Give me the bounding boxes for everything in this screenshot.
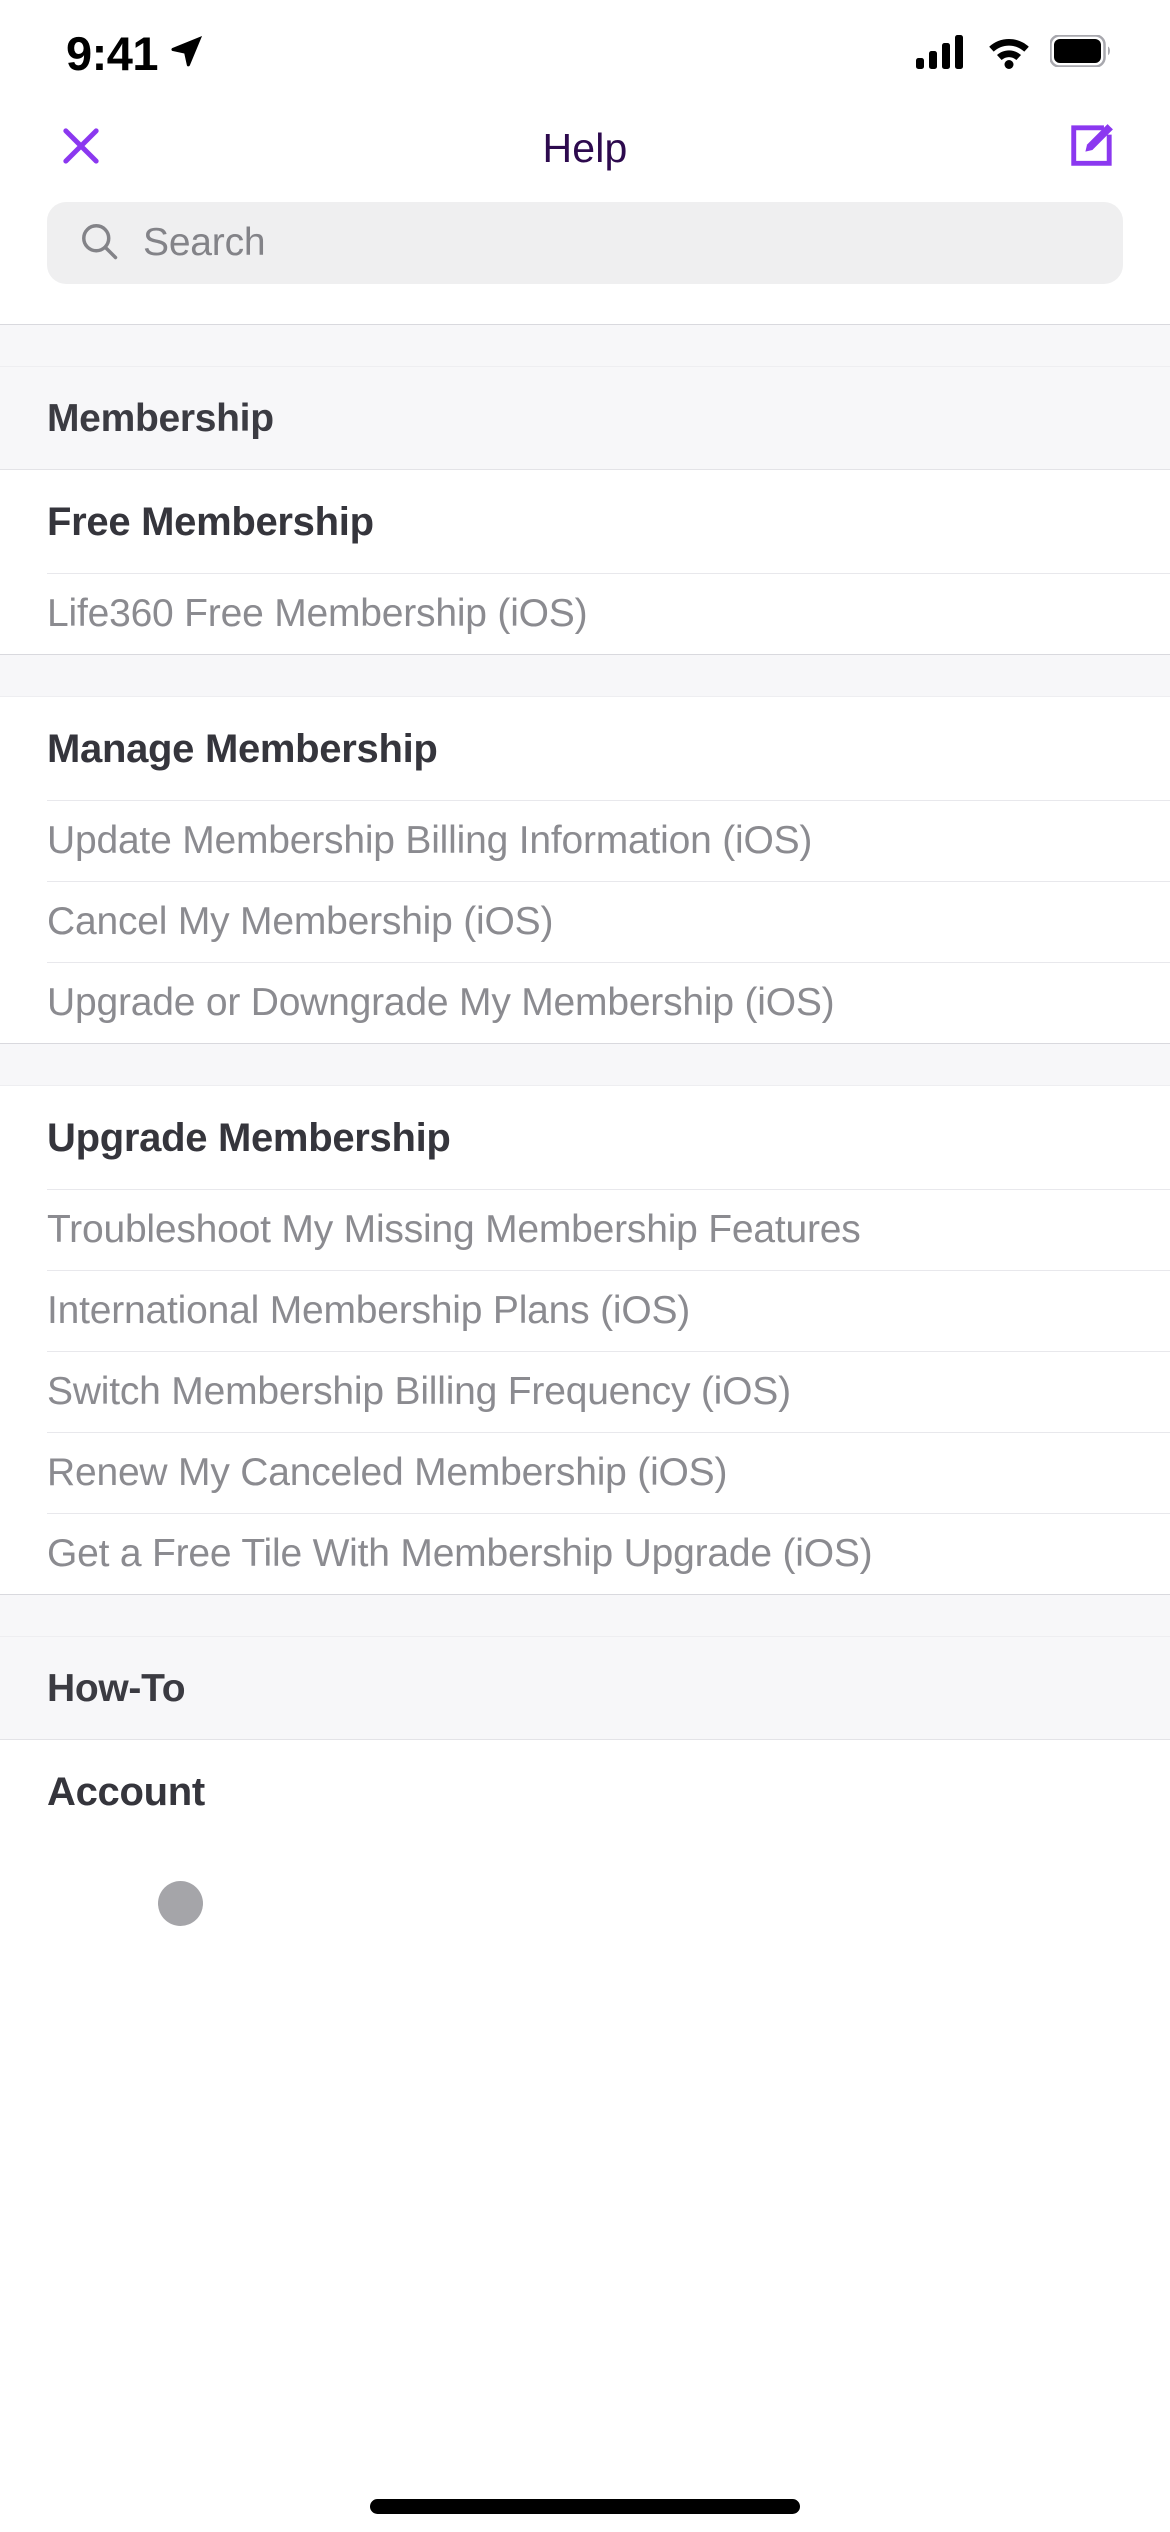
- cellular-signal-icon: [916, 33, 968, 74]
- group-header-label: Free Membership: [47, 500, 374, 544]
- group-header-label: Account: [47, 1770, 205, 1814]
- status-bar-left: 9:41: [66, 24, 206, 77]
- home-indicator: [370, 2499, 800, 2514]
- list-item[interactable]: Life360 Free Membership (iOS): [0, 574, 1170, 654]
- list-item-label: Renew My Canceled Membership (iOS): [47, 1450, 728, 1494]
- phone-screen: 9:41 Help Search Membership Free Members…: [0, 0, 1170, 2532]
- list-item[interactable]: International Membership Plans (iOS): [0, 1271, 1170, 1351]
- list-item-label: Troubleshoot My Missing Membership Featu…: [47, 1207, 861, 1251]
- page-title: Help: [542, 124, 628, 171]
- section-header: Membership: [0, 367, 1170, 470]
- compose-button[interactable]: [1054, 111, 1128, 185]
- group-header: Account: [0, 1740, 1170, 1843]
- search-input[interactable]: Search: [47, 202, 1123, 284]
- list-item-label: Upgrade or Downgrade My Membership (iOS): [47, 980, 835, 1024]
- list-item-label: Cancel My Membership (iOS): [47, 899, 554, 943]
- list-item-label: Switch Membership Billing Frequency (iOS…: [47, 1369, 791, 1413]
- section-header: How-To: [0, 1637, 1170, 1740]
- close-button[interactable]: [44, 111, 118, 185]
- location-arrow-icon: [168, 32, 206, 75]
- section-header-label: Membership: [47, 397, 274, 440]
- list-item-label: International Membership Plans (iOS): [47, 1288, 691, 1332]
- section-header-label: How-To: [47, 1667, 186, 1710]
- close-x-icon: [55, 120, 107, 177]
- search-container: Search: [0, 196, 1170, 324]
- nav-bar: Help: [0, 100, 1170, 196]
- list-item[interactable]: Cancel My Membership (iOS): [0, 882, 1170, 962]
- wifi-icon: [984, 33, 1034, 74]
- search-placeholder: Search: [143, 221, 266, 264]
- list-item-label: Update Membership Billing Information (i…: [47, 818, 813, 862]
- group-header: Manage Membership: [0, 697, 1170, 800]
- group-gap: [0, 1043, 1170, 1086]
- group-header: Free Membership: [0, 470, 1170, 573]
- group-header: Upgrade Membership: [0, 1086, 1170, 1189]
- list-item[interactable]: Get a Free Tile With Membership Upgrade …: [0, 1514, 1170, 1594]
- help-topics-list[interactable]: Membership Free Membership Life360 Free Me…: [0, 324, 1170, 1843]
- group-header-label: Upgrade Membership: [47, 1116, 451, 1160]
- status-bar-right: [916, 27, 1112, 74]
- status-bar: 9:41: [0, 0, 1170, 100]
- compose-new-icon: [1063, 118, 1119, 179]
- list-item[interactable]: Troubleshoot My Missing Membership Featu…: [0, 1190, 1170, 1270]
- search-icon: [77, 219, 121, 268]
- touch-point: [158, 1881, 203, 1926]
- section-gap: [0, 324, 1170, 367]
- list-item[interactable]: Switch Membership Billing Frequency (iOS…: [0, 1352, 1170, 1432]
- group-header-label: Manage Membership: [47, 727, 438, 771]
- list-item-label: Life360 Free Membership (iOS): [47, 591, 588, 635]
- battery-full-icon: [1049, 33, 1112, 72]
- list-item[interactable]: Renew My Canceled Membership (iOS): [0, 1433, 1170, 1513]
- group-gap: [0, 654, 1170, 697]
- status-bar-time: 9:41: [66, 26, 159, 80]
- list-item-label: Get a Free Tile With Membership Upgrade …: [47, 1531, 873, 1575]
- list-item[interactable]: Update Membership Billing Information (i…: [0, 801, 1170, 881]
- list-item[interactable]: Upgrade or Downgrade My Membership (iOS): [0, 963, 1170, 1043]
- section-gap: [0, 1594, 1170, 1637]
